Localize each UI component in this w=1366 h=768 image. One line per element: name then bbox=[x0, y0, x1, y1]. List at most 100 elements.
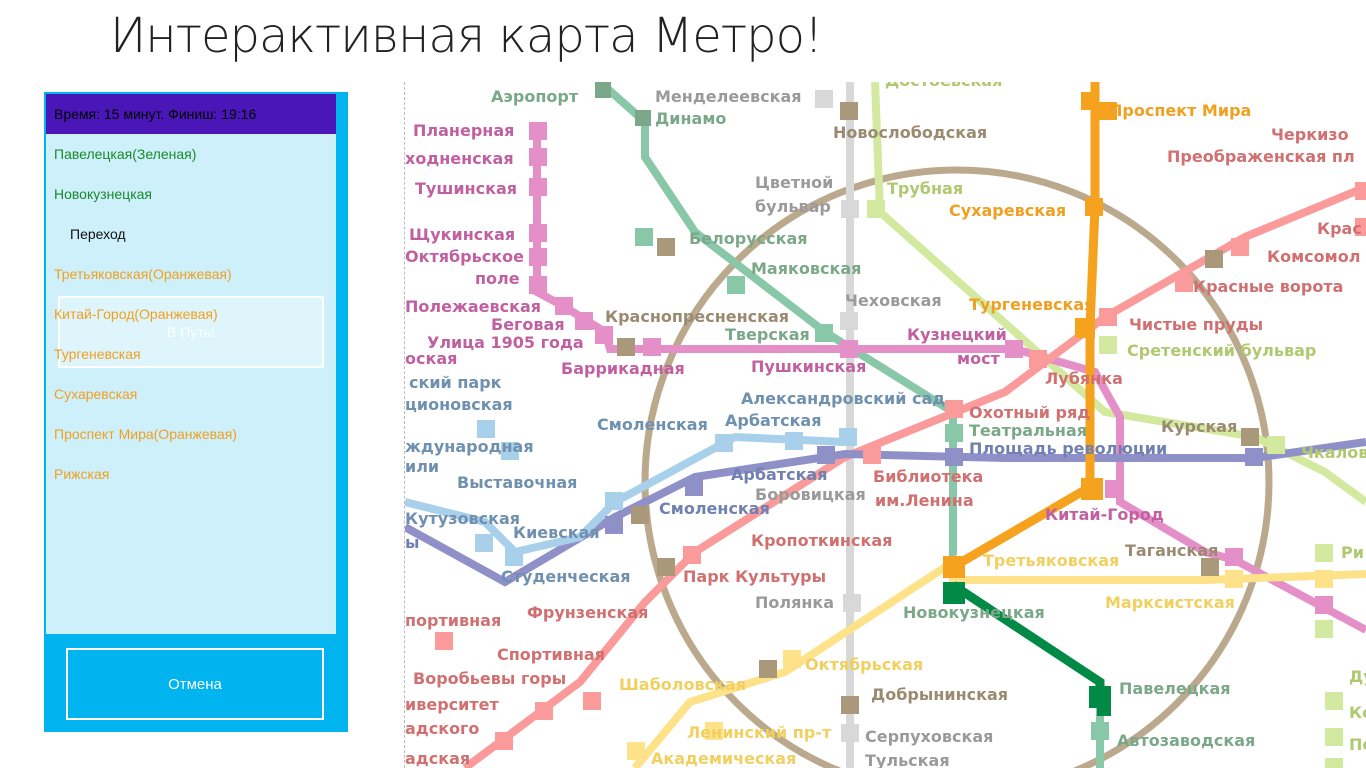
station-label[interactable]: Достоевская bbox=[885, 82, 1002, 90]
metro-map-canvas[interactable]: Аэропорт Менделеевская Динамо Новослобод… bbox=[405, 82, 1366, 768]
metro-map[interactable]: Аэропорт Менделеевская Динамо Новослобод… bbox=[405, 82, 1366, 768]
station-label[interactable]: Сретенский бульвар bbox=[1127, 341, 1316, 360]
station-label[interactable]: Черкизо bbox=[1271, 125, 1349, 144]
station-label[interactable]: ы bbox=[405, 533, 419, 552]
station-label[interactable]: бульвар bbox=[755, 197, 831, 216]
station-label[interactable]: Цветной bbox=[755, 173, 833, 192]
station-label[interactable]: ждународная bbox=[405, 437, 534, 456]
station-label[interactable]: Александровский сад bbox=[741, 389, 945, 408]
route-item-sukharevskaya: Сухаревская bbox=[54, 386, 138, 402]
blue-line bbox=[405, 438, 1366, 587]
station-label[interactable]: Планерная bbox=[413, 121, 514, 140]
station-label[interactable]: Китай-Город bbox=[1045, 505, 1164, 524]
station-label[interactable]: Третьяковская bbox=[983, 551, 1119, 570]
station-label[interactable]: Киевская bbox=[513, 523, 600, 542]
station-label[interactable]: портивная bbox=[405, 611, 501, 630]
station-label[interactable]: Площадь революции bbox=[969, 439, 1167, 458]
station-label[interactable]: Смоленская bbox=[597, 415, 708, 434]
station-label[interactable]: Полежаевская bbox=[405, 297, 541, 316]
station-label[interactable]: Ко bbox=[1349, 703, 1366, 722]
station-label[interactable]: адская bbox=[405, 749, 470, 768]
station-label[interactable]: Новокузнецкая bbox=[903, 603, 1045, 622]
station-label[interactable]: иверситет bbox=[405, 695, 499, 714]
station-label[interactable]: Преображенская пл bbox=[1167, 147, 1355, 166]
station-label[interactable]: Таганская bbox=[1125, 541, 1218, 560]
station-label[interactable]: Фрунзенская bbox=[527, 603, 648, 622]
station-label[interactable]: Щукинская bbox=[409, 225, 515, 244]
page-title: Интерактивная карта Метро! bbox=[110, 8, 823, 64]
station-label[interactable]: Парк Культуры bbox=[683, 567, 826, 586]
station-label[interactable]: Баррикадная bbox=[561, 359, 685, 378]
station-label[interactable]: Охотный ряд bbox=[969, 403, 1090, 422]
station-label[interactable]: Октябрьское bbox=[405, 247, 524, 266]
station-label[interactable]: Ри bbox=[1341, 543, 1364, 562]
station-label[interactable]: Маяковская bbox=[751, 259, 861, 278]
station-label[interactable]: адского bbox=[405, 719, 479, 738]
station-label[interactable]: Ленинский пр-т bbox=[687, 723, 832, 742]
station-label[interactable]: Студенческая bbox=[501, 567, 631, 586]
station-label[interactable]: Аэропорт bbox=[491, 87, 579, 106]
station-label[interactable]: Менделеевская bbox=[655, 87, 802, 106]
station-label[interactable]: Добрынинская bbox=[871, 685, 1008, 704]
station-label[interactable]: Ду bbox=[1349, 667, 1366, 686]
station-label[interactable]: Тверская bbox=[725, 325, 810, 344]
station-label[interactable]: Театральная bbox=[969, 421, 1087, 440]
station-label[interactable]: Библиотека bbox=[873, 467, 983, 486]
station-label[interactable]: Выставочная bbox=[457, 473, 577, 492]
station-label[interactable]: Кузнецкий bbox=[907, 325, 1007, 344]
station-label[interactable]: Курская bbox=[1161, 417, 1237, 436]
station-label[interactable]: Академическая bbox=[651, 749, 796, 768]
station-label[interactable]: ходненская bbox=[405, 149, 514, 168]
station-label[interactable]: Автозаводская bbox=[1117, 731, 1255, 750]
station-label[interactable]: Проспект Мира bbox=[1109, 101, 1251, 120]
station-label[interactable]: им.Ленина bbox=[875, 491, 974, 510]
station-label[interactable]: мост bbox=[957, 349, 1001, 368]
station-label[interactable]: Динамо bbox=[655, 109, 726, 128]
station-label[interactable]: Павелецкая bbox=[1119, 679, 1231, 698]
station-label[interactable]: Боровицкая bbox=[755, 485, 866, 504]
station-label[interactable]: Лубянка bbox=[1045, 369, 1123, 388]
station-label[interactable]: Кропоткинская bbox=[751, 531, 892, 550]
station-label[interactable]: Арбатская bbox=[731, 465, 828, 484]
route-item-transfer: Переход bbox=[70, 226, 126, 242]
station-label[interactable]: Сухаревская bbox=[949, 201, 1066, 220]
station-label[interactable]: Воробьевы горы bbox=[413, 669, 566, 688]
station-label[interactable]: Арбатская bbox=[725, 411, 822, 430]
station-label[interactable]: Пе bbox=[1349, 735, 1366, 754]
route-item-novokuznetskaya: Новокузнецкая bbox=[54, 186, 152, 202]
station-label[interactable]: Красные ворота bbox=[1193, 277, 1343, 296]
station-label[interactable]: Тургеневская bbox=[969, 295, 1094, 314]
route-side-panel: Время: 15 минут. Финиш: 19:16 Павелецкая… bbox=[44, 92, 348, 732]
station-label[interactable]: Октябрьская bbox=[805, 655, 923, 674]
station-label[interactable]: Тушинская bbox=[415, 179, 517, 198]
station-label[interactable]: Чеховская bbox=[845, 291, 942, 310]
station-label[interactable]: Трубная bbox=[887, 179, 963, 198]
station-label[interactable]: ционовская bbox=[405, 395, 513, 414]
station-label[interactable]: Спортивная bbox=[497, 645, 605, 664]
station-label[interactable]: Новослободская bbox=[833, 123, 987, 142]
station-label[interactable]: оская bbox=[405, 349, 457, 368]
station-label[interactable]: Чкалов bbox=[1301, 443, 1366, 462]
station-label[interactable]: Кутузовская bbox=[405, 509, 520, 528]
cancel-button[interactable]: Отмена bbox=[66, 648, 324, 720]
station-label[interactable]: Смоленская bbox=[659, 499, 770, 518]
station-label[interactable]: Пушкинская bbox=[751, 357, 866, 376]
station-label[interactable]: Краснопресненская bbox=[605, 307, 789, 326]
station-label[interactable]: Тульская bbox=[865, 751, 950, 768]
station-label[interactable]: ский парк bbox=[409, 373, 502, 392]
route-summary-header: Время: 15 минут. Финиш: 19:16 bbox=[46, 94, 336, 134]
station-label[interactable]: или bbox=[405, 457, 439, 476]
station-label[interactable]: Полянка bbox=[755, 593, 834, 612]
station-label[interactable]: Беговая bbox=[491, 315, 565, 334]
station-label[interactable]: Крас bbox=[1317, 219, 1362, 238]
route-item-tretyakovskaya: Третьяковская(Оранжевая) bbox=[54, 266, 232, 282]
route-item-prospekt-mira: Проспект Мира(Оранжевая) bbox=[54, 426, 237, 442]
station-label[interactable]: Серпуховская bbox=[865, 727, 993, 746]
station-label[interactable]: Шаболовская bbox=[619, 675, 746, 694]
station-label[interactable]: Белорусская bbox=[689, 229, 808, 248]
station-label[interactable]: поле bbox=[475, 269, 520, 288]
station-label[interactable]: Комсомол bbox=[1267, 247, 1360, 266]
station-label[interactable]: Чистые пруды bbox=[1129, 315, 1263, 334]
station-label[interactable]: Марксистская bbox=[1105, 593, 1235, 612]
route-list-box: Время: 15 минут. Финиш: 19:16 Павелецкая… bbox=[46, 94, 336, 634]
